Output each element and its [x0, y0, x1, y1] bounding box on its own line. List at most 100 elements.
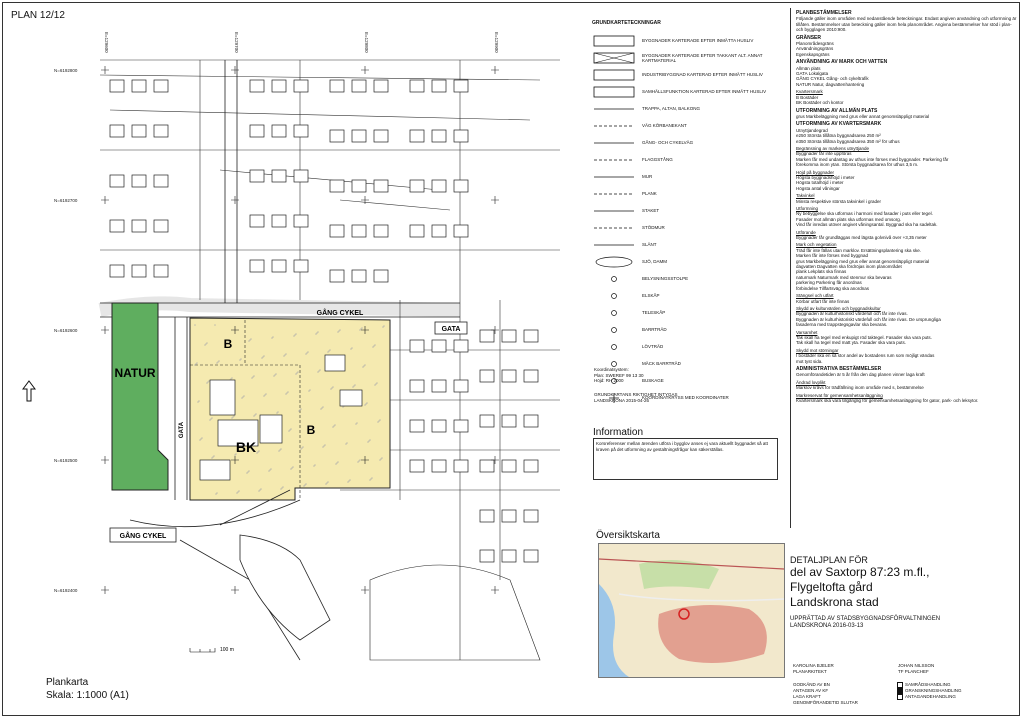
house-outline [479, 329, 495, 343]
gata-vertical-label: GATA [179, 421, 185, 438]
plan-name-line: del av Saxtorp 87:23 m.fl., [790, 565, 930, 579]
base-map-certification: GRUNDKARTANS RIKTIGHET INTYGAS LANDSKRON… [594, 392, 678, 403]
legend-item-label: FLAGGSTÅNG [642, 157, 673, 162]
vegetation-dot [377, 421, 379, 423]
house-outline [431, 419, 447, 433]
vegetation-dot [271, 337, 273, 339]
vegetation-dot [251, 377, 253, 379]
northing-label: N=6192600 [54, 328, 78, 333]
vegetation-dot [288, 430, 290, 432]
signer-role: PLANARKITEKT [793, 668, 827, 674]
vegetation-dot [364, 404, 366, 406]
vegetation-dot [342, 406, 344, 408]
vegetation-dot [214, 324, 216, 326]
bestammelse-line: förbindelse Tillfartsväg ska anordnas [796, 285, 870, 291]
signer-role: TF PLANCHEF [898, 668, 929, 674]
bestammelse-line: Marklov krävs för trädfällning inom områ… [796, 385, 924, 391]
house-outline [409, 79, 425, 93]
legend-symbol-icon [593, 69, 635, 80]
vegetation-dot [322, 446, 324, 448]
coordinate-cross [101, 456, 109, 464]
northing-label: N=6192500 [54, 458, 78, 463]
coordinate-cross [231, 66, 239, 74]
house-outline [431, 339, 447, 353]
vegetation-dot [256, 452, 258, 454]
vegetation-dot [253, 415, 255, 417]
coordinate-cross [361, 586, 369, 594]
bestammelse-line: Byggnader får grundläggas med lägsta gol… [796, 235, 927, 241]
legend-item-label: SJÖ, DAMM [642, 259, 668, 264]
legend-list: BYGGNADER KARTERADE EFTER INMÄTTA HUSLIV… [592, 32, 787, 406]
legend-item-label: LÖVTRÄD [642, 344, 664, 349]
legend-item-label: SLÄNT [642, 242, 657, 247]
house-outline [431, 224, 447, 238]
bestammelse-line: e350 Största tillåtna byggnadsarea 350 m… [796, 138, 900, 144]
legend-item: STAKET [592, 202, 787, 219]
house-outline [153, 124, 169, 138]
house-outline [153, 264, 169, 278]
vegetation-dot [216, 362, 218, 364]
legend-item-label: VÄG KÖRBANEKANT [642, 123, 687, 128]
bestammelse-line: förekomma inom ytan. Största byggnadsare… [796, 162, 919, 168]
bk-label: BK [236, 439, 256, 455]
legend-heading: GRUNDKARTETECKNINGAR [592, 20, 661, 26]
legend-item-label: SAMHÄLLSFUNKTION KARTERAD EFTER INMÄTT H… [642, 89, 767, 94]
legend-item: TRAPPA, ALTAN, BALKONG [592, 100, 787, 117]
vegetation-dot [261, 357, 263, 359]
overview-map [598, 543, 785, 678]
vegetation-dot [280, 488, 282, 490]
certification-line: LANDSKRONA 2015-04-26 [594, 397, 650, 403]
legend-item-label: BUSKAGE [642, 378, 664, 383]
legend-symbol-icon [594, 125, 634, 126]
coordinate-cross [101, 586, 109, 594]
house-outline [109, 79, 125, 93]
detaljplan-label: DETALJPLAN FÖR [790, 555, 868, 565]
coordinate-cross [361, 66, 369, 74]
legend-symbol-icon [594, 227, 634, 228]
legend-item-label: GÅNG- OCH CYKELVÄG [642, 140, 694, 145]
vegetation-dot [236, 492, 238, 494]
house-outline [329, 179, 345, 193]
house-outline [329, 224, 345, 238]
legend-item-label: BYGGNADER KARTERADE EFTER TAKKANT ALT. A… [642, 52, 763, 63]
house-outline [271, 169, 287, 183]
bestammelse-line: fasaderna med trappstegsgavlar ska bevar… [796, 322, 888, 328]
stage-check-label: SAMRÅDSHANDLING [905, 682, 951, 688]
plan-map: NATUR BK B B GATA GÅNG CYKEL GÅNG CYKEL … [40, 20, 588, 680]
b-label-top: B [224, 337, 233, 351]
house-outline [453, 419, 469, 433]
house-outline [453, 79, 469, 93]
checkbox-icon [897, 688, 903, 695]
legend-symbol-icon [611, 343, 617, 350]
house-outline [329, 129, 345, 143]
house-outline [153, 79, 169, 93]
legend-item-label: STÖDMUR [642, 225, 665, 230]
legend-item: BYGGNADER KARTERADE EFTER TAKKANT ALT. A… [592, 49, 787, 66]
b-label-right: B [307, 423, 316, 437]
house-outline [271, 259, 287, 273]
vegetation-dot [313, 465, 315, 467]
house-outline [293, 259, 309, 273]
vegetation-dot [215, 493, 217, 495]
house-outline [431, 179, 447, 193]
vegetation-dot [374, 384, 376, 386]
house-outline [351, 79, 367, 93]
checkbox-icon [897, 694, 903, 701]
legend-symbol-icon [611, 326, 617, 333]
bestammelse-line: BK Bostäder och kontor [796, 100, 844, 106]
house-outline [351, 129, 367, 143]
legend-item: SAMHÄLLSFUNKTION KARTERAD EFTER INMÄTT H… [592, 83, 787, 100]
information-box: Korsreferenser mellan ärenden utföra i b… [593, 438, 778, 480]
house-outline [109, 124, 125, 138]
easting-label: E=129800 [364, 32, 369, 53]
legend-item-label: BYGGNADER KARTERADE EFTER INMÄTTA HUSLIV [642, 38, 754, 43]
vegetation-dot [241, 397, 243, 399]
vegetation-dot [362, 366, 364, 368]
legend-symbol-icon [594, 244, 634, 245]
house-outline [523, 369, 539, 383]
house-outline [409, 224, 425, 238]
house-outline [453, 379, 469, 393]
house-outline [479, 509, 495, 523]
legend-item-label: INDUSTRIBYGGNAD KARTERAD EFTER INMÄTT HU… [642, 72, 763, 77]
vegetation-dot [283, 355, 285, 357]
